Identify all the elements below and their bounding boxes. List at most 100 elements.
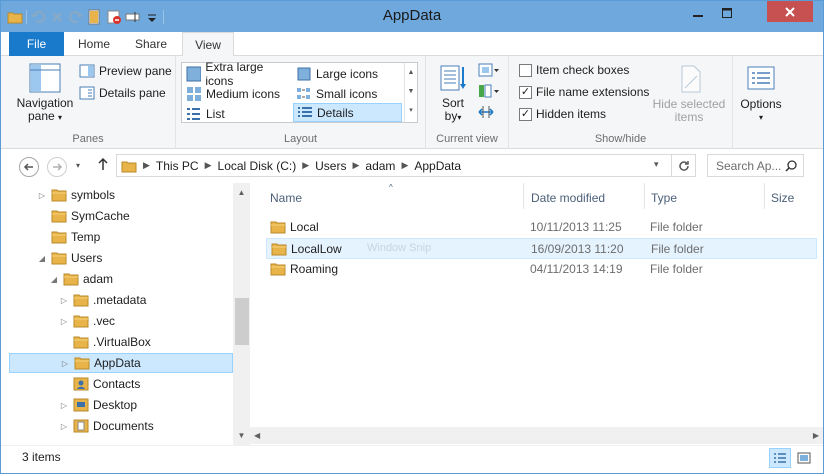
- small-icons-icon: [297, 87, 310, 99]
- item-check-boxes-box[interactable]: [519, 63, 532, 77]
- column-size[interactable]: Size: [763, 183, 823, 209]
- minimize-button[interactable]: [684, 1, 711, 25]
- breadcrumb-appdata[interactable]: AppData: [414, 159, 461, 173]
- layout-large-icons[interactable]: Large icons: [293, 64, 401, 83]
- navigation-pane: ▷ symbols SymCache Temp ◢ Users ◢ adam ▷ .metadat…: [1, 183, 233, 445]
- breadcrumb-separator[interactable]: ▶: [302, 160, 309, 171]
- scroll-up-icon[interactable]: ▲: [233, 185, 250, 200]
- breadcrumb-this-pc[interactable]: This PC: [156, 159, 199, 173]
- tree-item-symcache[interactable]: SymCache: [1, 206, 233, 226]
- expand-icon[interactable]: ▷: [59, 296, 69, 305]
- scroll-right-icon[interactable]: ▶: [813, 427, 819, 444]
- tree-item-users[interactable]: ◢ Users: [1, 248, 233, 268]
- tab-file[interactable]: File: [9, 32, 64, 56]
- tree-item-icon: [73, 314, 89, 328]
- breadcrumb-adam[interactable]: adam: [365, 159, 395, 173]
- file-row[interactable]: Roaming 04/11/2013 14:19 File folder: [266, 259, 817, 280]
- layout-details[interactable]: Details: [293, 103, 402, 122]
- folder-icon: [271, 242, 287, 259]
- layout-gallery: Extra large icons Large icons Medium ico…: [181, 60, 418, 123]
- add-columns-button[interactable]: [478, 83, 500, 99]
- tree-item-documents[interactable]: ▷ Documents: [1, 416, 233, 436]
- details-view-button[interactable]: [769, 448, 791, 468]
- refresh-button[interactable]: [671, 155, 695, 176]
- tree-item-label: adam: [83, 272, 114, 286]
- tab-view[interactable]: View: [182, 32, 234, 57]
- breadcrumb-separator[interactable]: ▶: [401, 160, 408, 171]
- title-bar: AppData: [1, 1, 823, 32]
- maximize-button[interactable]: [713, 1, 740, 25]
- recent-locations-icon[interactable]: ▾: [76, 161, 80, 170]
- search-input[interactable]: Search Ap...: [707, 154, 804, 177]
- breadcrumb-separator[interactable]: ▶: [143, 160, 150, 171]
- large-icons-view-button[interactable]: [793, 448, 815, 468]
- file-name-extensions-box[interactable]: ✓: [519, 85, 532, 99]
- up-arrow-icon: [98, 157, 108, 170]
- gallery-scroll[interactable]: ▲ ▼ ▾: [404, 63, 417, 122]
- layout-group: Extra large icons Large icons Medium ico…: [176, 56, 426, 149]
- breadcrumb-users[interactable]: Users: [315, 159, 346, 173]
- up-button[interactable]: [97, 157, 109, 174]
- options-button[interactable]: Options ▾: [737, 65, 785, 124]
- layout-medium-icons[interactable]: Medium icons: [183, 84, 291, 103]
- breadcrumb-local-disk[interactable]: Local Disk (C:): [218, 159, 297, 173]
- hide-selected-items-button[interactable]: Hide selected items: [651, 63, 727, 124]
- back-button[interactable]: [19, 157, 39, 177]
- gallery-up-icon[interactable]: ▲: [405, 63, 417, 82]
- tree-item-metadata[interactable]: ▷ .metadata: [1, 290, 233, 310]
- group-by-button[interactable]: [478, 62, 500, 78]
- navigation-scrollbar[interactable]: ▲ ▼: [233, 183, 250, 445]
- expand-icon[interactable]: ◢: [49, 275, 59, 284]
- hidden-items-box[interactable]: ✓: [519, 107, 532, 121]
- expand-icon[interactable]: ◢: [37, 254, 47, 263]
- tree-item-appdata[interactable]: ▷ AppData: [9, 353, 233, 373]
- sort-by-button[interactable]: Sort by▾: [434, 62, 472, 124]
- close-button[interactable]: [767, 1, 813, 22]
- hidden-items-checkbox[interactable]: ✓ Hidden items: [519, 107, 606, 121]
- size-columns-button[interactable]: [478, 104, 494, 120]
- item-check-boxes-checkbox[interactable]: Item check boxes: [519, 63, 629, 77]
- folder-icon: [270, 262, 286, 279]
- column-date-modified[interactable]: Date modified: [523, 183, 645, 209]
- tree-item-virtualbox[interactable]: .VirtualBox: [1, 332, 233, 352]
- layout-extra-large-icons[interactable]: Extra large icons: [183, 60, 291, 88]
- tree-item-label: .metadata: [93, 293, 147, 307]
- gallery-down-icon[interactable]: ▼: [405, 82, 417, 101]
- layout-small-icons[interactable]: Small icons: [293, 84, 401, 103]
- forward-button[interactable]: [47, 157, 67, 177]
- tree-item-symbols[interactable]: ▷ symbols: [1, 185, 233, 205]
- expand-icon[interactable]: ▷: [37, 191, 47, 200]
- file-row[interactable]: Local 10/11/2013 11:25 File folder: [266, 217, 817, 238]
- breadcrumb-separator[interactable]: ▶: [352, 160, 359, 171]
- scroll-thumb[interactable]: [235, 298, 249, 345]
- horizontal-scrollbar[interactable]: ◀ ▶: [250, 427, 823, 444]
- tree-item-vec[interactable]: ▷ .vec: [1, 311, 233, 331]
- breadcrumb-separator[interactable]: ▶: [205, 160, 212, 171]
- layout-list[interactable]: List: [183, 104, 291, 123]
- file-row[interactable]: LocalLow Window Snip 16/09/2013 11:20 File …: [266, 238, 817, 259]
- tab-share[interactable]: Share: [123, 32, 179, 56]
- expand-icon[interactable]: ▷: [59, 317, 69, 326]
- expand-icon[interactable]: ▷: [59, 401, 69, 410]
- tree-item-adam[interactable]: ◢ adam: [1, 269, 233, 289]
- list-label: List: [206, 106, 225, 121]
- gallery-more-icon[interactable]: ▾: [405, 101, 417, 120]
- scroll-down-icon[interactable]: ▼: [233, 428, 250, 443]
- column-name[interactable]: Name: [262, 183, 524, 209]
- tree-item-temp[interactable]: Temp: [1, 227, 233, 247]
- address-bar[interactable]: ▶ This PC ▶ Local Disk (C:) ▶ Users ▶ ad…: [116, 154, 696, 177]
- tree-item-desktop[interactable]: ▷ Desktop: [1, 395, 233, 415]
- tab-home[interactable]: Home: [68, 32, 120, 56]
- expand-icon[interactable]: ▷: [59, 422, 69, 431]
- preview-pane-button[interactable]: Preview pane: [79, 63, 172, 79]
- column-type[interactable]: Type: [643, 183, 765, 209]
- file-type: File folder: [650, 262, 703, 276]
- tree-item-contacts[interactable]: Contacts: [1, 374, 233, 394]
- navigation-pane-button[interactable]: Navigation pane ▾: [13, 62, 77, 124]
- expand-icon[interactable]: ▷: [60, 359, 70, 368]
- scroll-left-icon[interactable]: ◀: [254, 427, 260, 444]
- file-name-extensions-checkbox[interactable]: ✓ File name extensions: [519, 85, 649, 99]
- details-pane-button[interactable]: Details pane: [79, 85, 166, 101]
- address-dropdown-icon[interactable]: ▾: [654, 159, 659, 170]
- item-count: 3 items: [22, 450, 61, 464]
